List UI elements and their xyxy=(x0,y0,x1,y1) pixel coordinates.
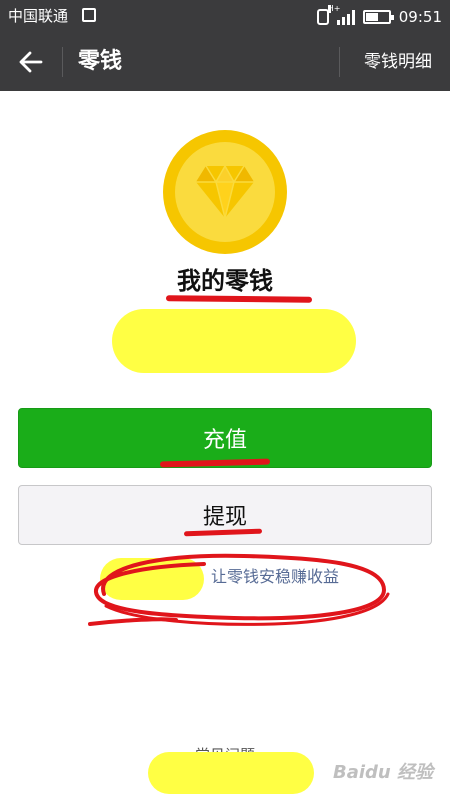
nav-bar: 零钱 零钱明细 xyxy=(0,33,450,91)
network-type: H+ xyxy=(327,4,341,13)
wallet-coin xyxy=(163,130,287,254)
battery-icon xyxy=(362,10,394,24)
status-bar: 中国联通 H+ 09:51 xyxy=(0,0,450,33)
wallet-detail-link[interactable]: 零钱明细 xyxy=(364,51,432,73)
image-notification-icon xyxy=(82,8,96,22)
watermark-text: Baidu 经验 xyxy=(333,762,434,783)
withdraw-button[interactable]: 提现 xyxy=(18,485,432,545)
back-arrow-icon xyxy=(19,51,43,73)
clock: 09:51 xyxy=(398,8,442,26)
faq-redaction xyxy=(148,752,314,794)
diamond-icon xyxy=(196,164,254,219)
wallet-title: 我的零钱 xyxy=(177,267,273,295)
nav-divider xyxy=(339,47,340,77)
recharge-label: 充值 xyxy=(202,428,247,453)
nav-divider xyxy=(62,47,63,77)
red-annotation-circle xyxy=(88,553,390,626)
carrier-name: 中国联通 xyxy=(8,7,69,25)
baidu-watermark: Baidu 经验 xyxy=(325,752,445,792)
balance-redaction xyxy=(112,309,356,373)
signal-icon: H+ xyxy=(327,5,355,25)
coin-face xyxy=(175,142,275,242)
status-indicators: H+ 09:51 xyxy=(316,5,442,28)
back-button[interactable] xyxy=(10,42,52,82)
red-annotation-underline xyxy=(165,295,313,303)
withdraw-label: 提现 xyxy=(202,505,247,530)
page-title: 零钱 xyxy=(78,49,123,74)
